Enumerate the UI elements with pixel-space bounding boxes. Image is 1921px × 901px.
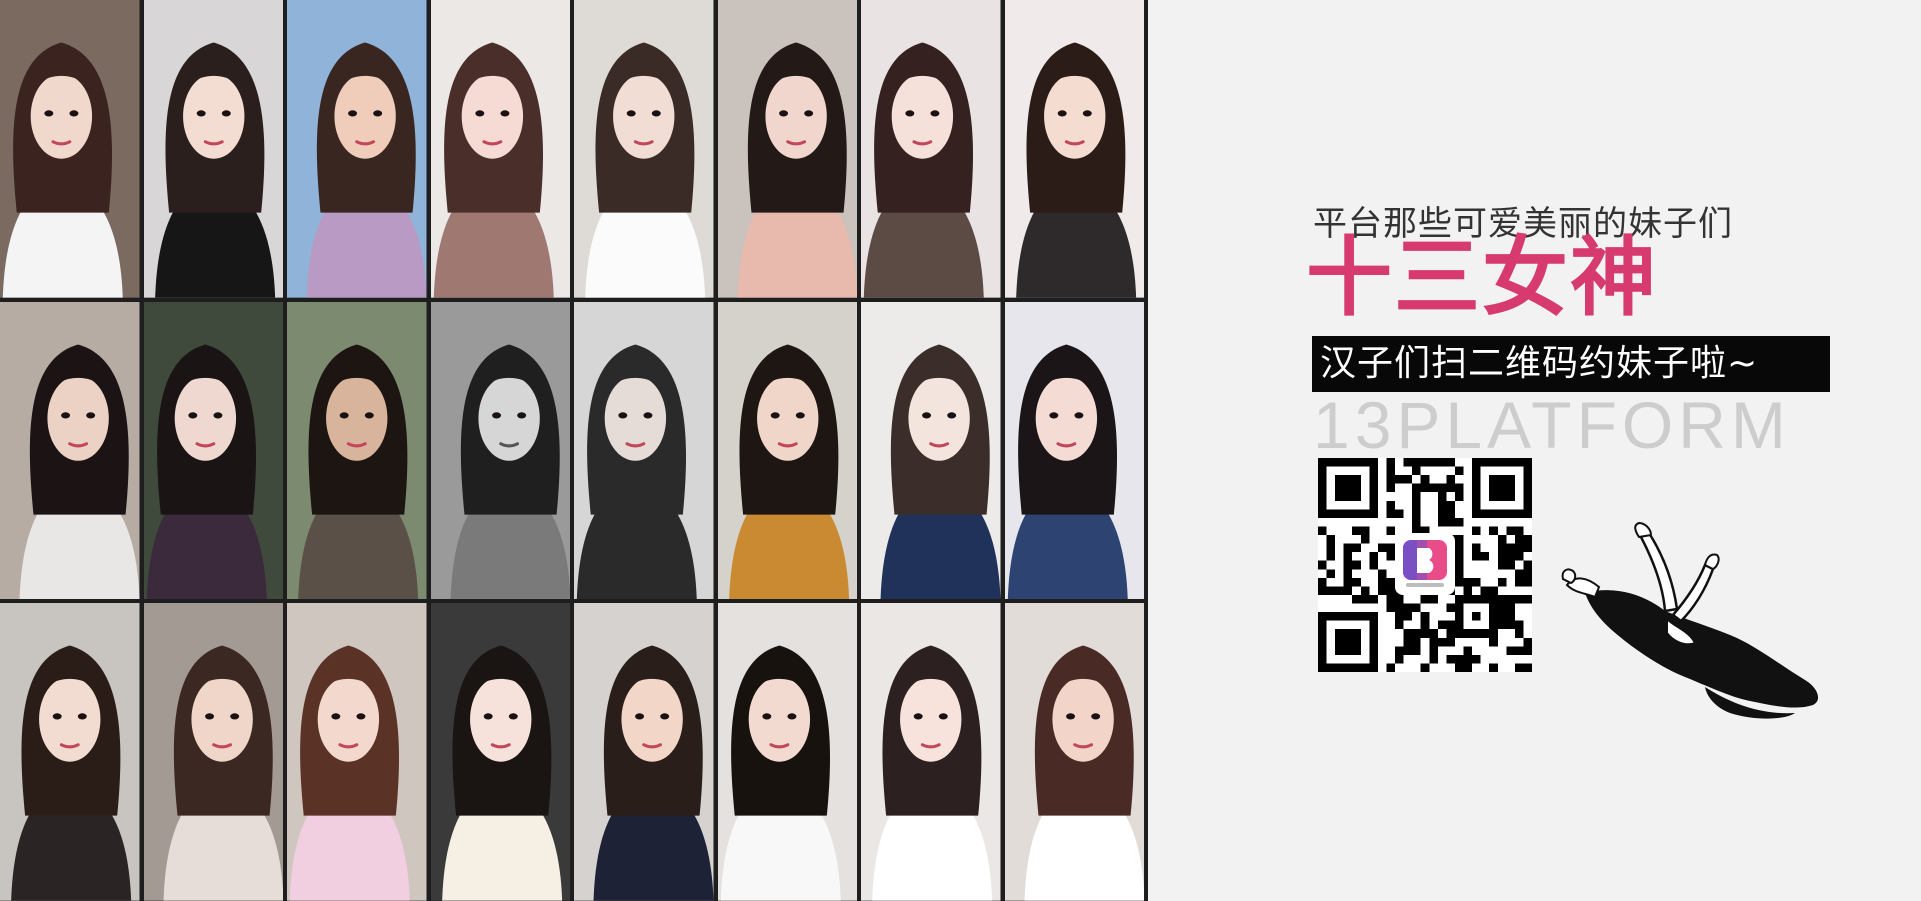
- portrait-photo: [717, 603, 857, 901]
- portrait-photo: [143, 0, 283, 298]
- portrait-photo: [430, 603, 570, 901]
- callout-banner: 汉子们扫二维码约妹子啦~: [1312, 336, 1830, 392]
- portrait-photo: [287, 301, 427, 600]
- portrait-photo: [1004, 0, 1144, 298]
- portrait-photo: [143, 603, 283, 901]
- brand-wordmark: 13PLATFORM: [1313, 388, 1791, 462]
- portrait-photo: [0, 0, 140, 298]
- portrait-photo: [430, 0, 570, 298]
- photo-grid: [0, 0, 1148, 901]
- portrait-photo: [0, 603, 140, 901]
- portrait-photo: [0, 301, 140, 600]
- portrait-photo: [574, 301, 714, 600]
- app-logo-icon: [1397, 535, 1453, 593]
- portrait-photo: [287, 0, 427, 298]
- portrait-photo: [861, 603, 1001, 901]
- portrait-photo: [717, 0, 857, 298]
- portrait-photo: [861, 301, 1001, 600]
- floating-figure-illustration: [1555, 515, 1835, 745]
- headline: 十三女神: [1306, 228, 1658, 328]
- portrait-photo: [287, 603, 427, 901]
- portrait-photo: [430, 301, 570, 600]
- portrait-photo: [1004, 603, 1144, 901]
- portrait-photo: [143, 301, 283, 600]
- portrait-photo: [574, 0, 714, 298]
- portrait-photo: [861, 0, 1001, 298]
- portrait-photo: [717, 301, 857, 600]
- poster: 平台那些可爱美丽的妹子们 十三女神 汉子们扫二维码约妹子啦~ 13PLATFOR…: [0, 0, 1921, 901]
- portrait-photo: [574, 603, 714, 901]
- portrait-photo: [1004, 301, 1144, 600]
- qr-code[interactable]: [1318, 458, 1532, 672]
